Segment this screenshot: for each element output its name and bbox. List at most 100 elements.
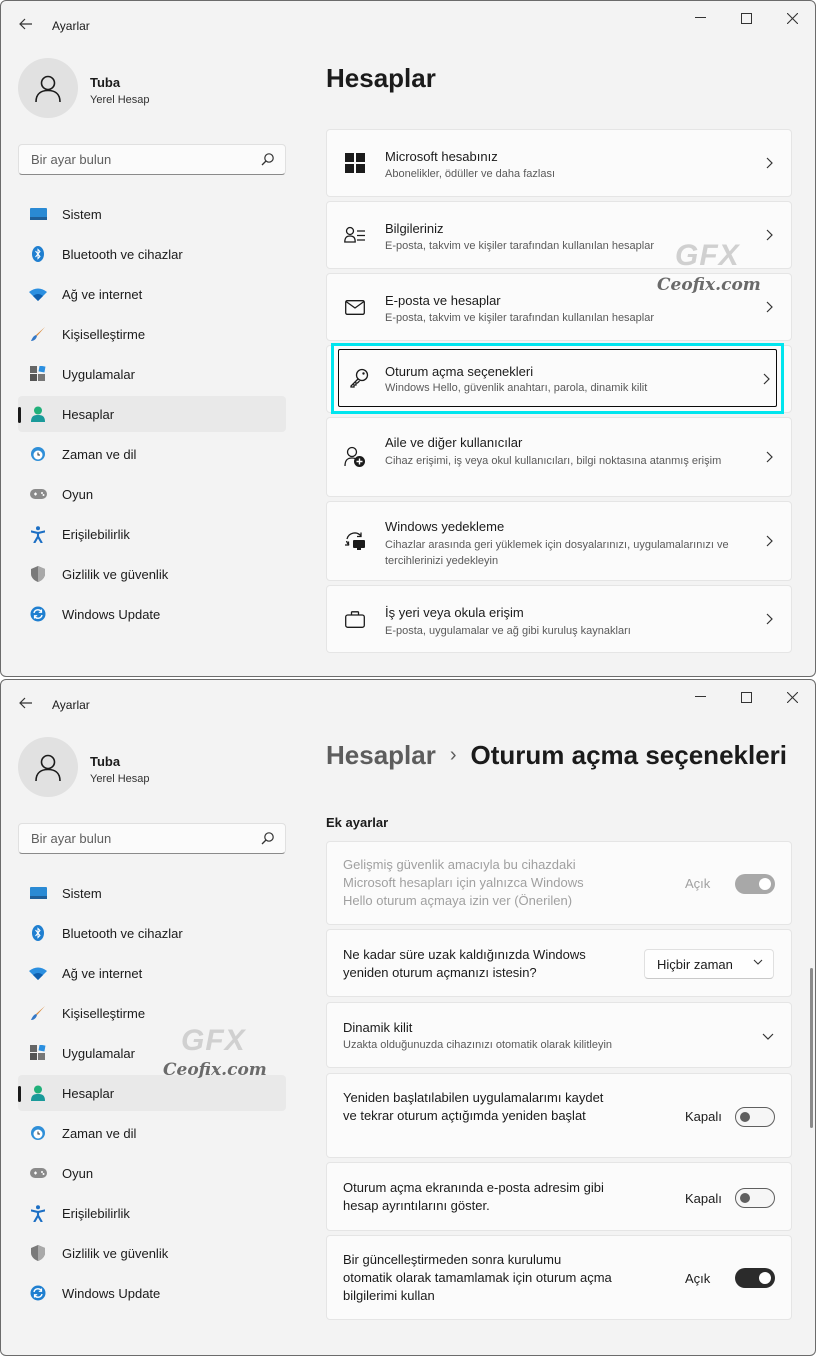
maximize-button[interactable] <box>723 7 769 29</box>
chevron-down-icon <box>753 959 763 965</box>
wifi-icon <box>29 286 47 302</box>
card-subtitle: Windows Hello, güvenlik anahtarı, parola… <box>385 382 648 394</box>
maximize-button[interactable] <box>723 686 769 708</box>
use-sign-in-info-toggle[interactable] <box>735 1268 775 1288</box>
close-button[interactable] <box>769 686 815 708</box>
sidebar-item-label: Hesaplar <box>62 406 115 422</box>
sidebar-item-label: Kişiselleştirme <box>62 326 146 342</box>
clock-globe-icon <box>29 446 47 462</box>
sidebar-item-label: Windows Update <box>62 1285 161 1301</box>
show-account-details-toggle[interactable] <box>735 1188 775 1208</box>
close-button[interactable] <box>769 7 815 29</box>
sidebar-item-time-language[interactable]: Zaman ve dil <box>18 1115 286 1151</box>
back-arrow-icon[interactable] <box>15 692 37 714</box>
sidebar-nav: Sistem Bluetooth ve cihazlar Ağ ve inter… <box>18 875 286 1315</box>
sidebar-item-windows-update[interactable]: Windows Update <box>18 1275 286 1311</box>
chevron-right-icon <box>766 451 773 463</box>
chevron-right-icon <box>763 373 770 385</box>
person-icon <box>35 75 61 103</box>
back-arrow-icon[interactable] <box>15 13 37 35</box>
sidebar-item-bluetooth[interactable]: Bluetooth ve cihazlar <box>18 236 286 272</box>
setting-label: Dinamik kilit <box>343 1020 413 1035</box>
search-input[interactable] <box>29 830 253 847</box>
setting-restart-apps: Yeniden başlatılabilen uygulamalarımı ka… <box>326 1073 792 1158</box>
sidebar-item-privacy[interactable]: Gizlilik ve güvenlik <box>18 556 286 592</box>
sidebar-item-apps[interactable]: Uygulamalar <box>18 356 286 392</box>
setting-windows-hello-only: Gelişmiş güvenlik amacıyla bu cihazdaki … <box>326 841 792 925</box>
apps-icon <box>29 366 47 382</box>
sidebar-item-label: Bluetooth ve cihazlar <box>62 246 183 262</box>
sidebar-item-accessibility[interactable]: Erişilebilirlik <box>18 1195 286 1231</box>
sidebar-item-bluetooth[interactable]: Bluetooth ve cihazlar <box>18 915 286 951</box>
card-windows-backup[interactable]: Windows yedekleme Cihazlar arasında geri… <box>326 501 792 581</box>
sidebar-item-time-language[interactable]: Zaman ve dil <box>18 436 286 472</box>
setting-label: Bir güncelleştirmeden sonra kurulumu oto… <box>343 1252 612 1303</box>
setting-label: Oturum açma ekranında e-posta adresim gi… <box>343 1180 604 1213</box>
person-icon <box>29 406 47 422</box>
search-input[interactable] <box>29 151 253 168</box>
person-icon <box>35 754 61 782</box>
chevron-right-icon <box>766 535 773 547</box>
account-type: Yerel Hesap <box>90 94 150 106</box>
restart-apps-toggle[interactable] <box>735 1107 775 1127</box>
search-box[interactable] <box>18 144 286 175</box>
scrollbar[interactable] <box>810 968 813 1128</box>
user-name: Tuba <box>90 75 121 90</box>
account-type: Yerel Hesap <box>90 773 150 785</box>
sidebar-item-network[interactable]: Ağ ve internet <box>18 955 286 991</box>
accessibility-icon <box>29 525 47 543</box>
require-sign-in-dropdown[interactable]: Hiçbir zaman <box>644 949 774 979</box>
monitor-icon <box>29 885 47 901</box>
chevron-right-icon <box>766 157 773 169</box>
card-title: E-posta ve hesaplar <box>385 293 501 308</box>
gamepad-icon <box>29 486 47 502</box>
sidebar-nav: Sistem Bluetooth ve cihazlar Ağ ve inter… <box>18 196 286 636</box>
card-work-school[interactable]: İş yeri veya okula erişim E-posta, uygul… <box>326 585 792 653</box>
card-sign-in-options[interactable]: Oturum açma seçenekleri Windows Hello, g… <box>338 349 777 407</box>
toggle-state: Kapalı <box>685 1191 722 1206</box>
watermark-site: Ceofix.com <box>657 275 761 295</box>
chevron-down-icon[interactable] <box>762 1033 774 1040</box>
setting-subtitle: Uzakta olduğunuzda cihazınızı otomatik o… <box>343 1039 613 1051</box>
setting-dynamic-lock[interactable]: Dinamik kilit Uzakta olduğunuzda cihazın… <box>326 1002 792 1068</box>
sidebar-item-label: Sistem <box>62 206 102 222</box>
watermark-logo: GFX <box>675 239 740 272</box>
sidebar-item-sistem[interactable]: Sistem <box>18 196 286 232</box>
sidebar-item-sistem[interactable]: Sistem <box>18 875 286 911</box>
person-card-icon <box>343 223 367 247</box>
card-microsoft-account[interactable]: Microsoft hesabınız Abonelikler, ödüller… <box>326 129 792 197</box>
app-title: Ayarlar <box>52 698 90 712</box>
minimize-button[interactable] <box>677 686 723 708</box>
shield-icon <box>29 566 47 582</box>
sidebar-item-label: Sistem <box>62 885 102 901</box>
search-icon[interactable] <box>261 831 275 845</box>
sidebar-item-label: Gizlilik ve güvenlik <box>62 1245 169 1261</box>
sidebar-item-label: Oyun <box>62 1165 94 1181</box>
sidebar-item-label: Bluetooth ve cihazlar <box>62 925 183 941</box>
section-title: Ek ayarlar <box>326 815 389 830</box>
bluetooth-icon <box>29 246 47 262</box>
sidebar-item-personalization[interactable]: Kişiselleştirme <box>18 316 286 352</box>
sidebar-item-accessibility[interactable]: Erişilebilirlik <box>18 516 286 552</box>
sidebar-item-label: Hesaplar <box>62 1085 115 1101</box>
breadcrumb: Hesaplar › Oturum açma seçenekleri <box>326 740 787 771</box>
sidebar-item-accounts[interactable]: Hesaplar <box>18 396 286 432</box>
sidebar-item-gaming[interactable]: Oyun <box>18 476 286 512</box>
card-family-users[interactable]: Aile ve diğer kullanıcılar Cihaz erişimi… <box>326 417 792 497</box>
breadcrumb-parent[interactable]: Hesaplar <box>326 740 436 771</box>
card-subtitle: Cihaz erişimi, iş veya okul kullanıcılar… <box>385 455 722 467</box>
sidebar-item-windows-update[interactable]: Windows Update <box>18 596 286 632</box>
brush-icon <box>29 1005 47 1021</box>
search-box[interactable] <box>18 823 286 854</box>
card-subtitle: E-posta, uygulamalar ve ağ gibi kuruluş … <box>385 625 631 637</box>
sidebar-item-gaming[interactable]: Oyun <box>18 1155 286 1191</box>
sidebar-item-privacy[interactable]: Gizlilik ve güvenlik <box>18 1235 286 1271</box>
setting-label: Ne kadar süre uzak kaldığınızda Windows … <box>343 947 586 980</box>
search-icon[interactable] <box>261 152 275 166</box>
gamepad-icon <box>29 1165 47 1181</box>
user-name: Tuba <box>90 754 121 769</box>
sidebar-item-network[interactable]: Ağ ve internet <box>18 276 286 312</box>
minimize-button[interactable] <box>677 7 723 29</box>
setting-require-sign-in: Ne kadar süre uzak kaldığınızda Windows … <box>326 929 792 997</box>
backup-icon <box>343 529 367 553</box>
